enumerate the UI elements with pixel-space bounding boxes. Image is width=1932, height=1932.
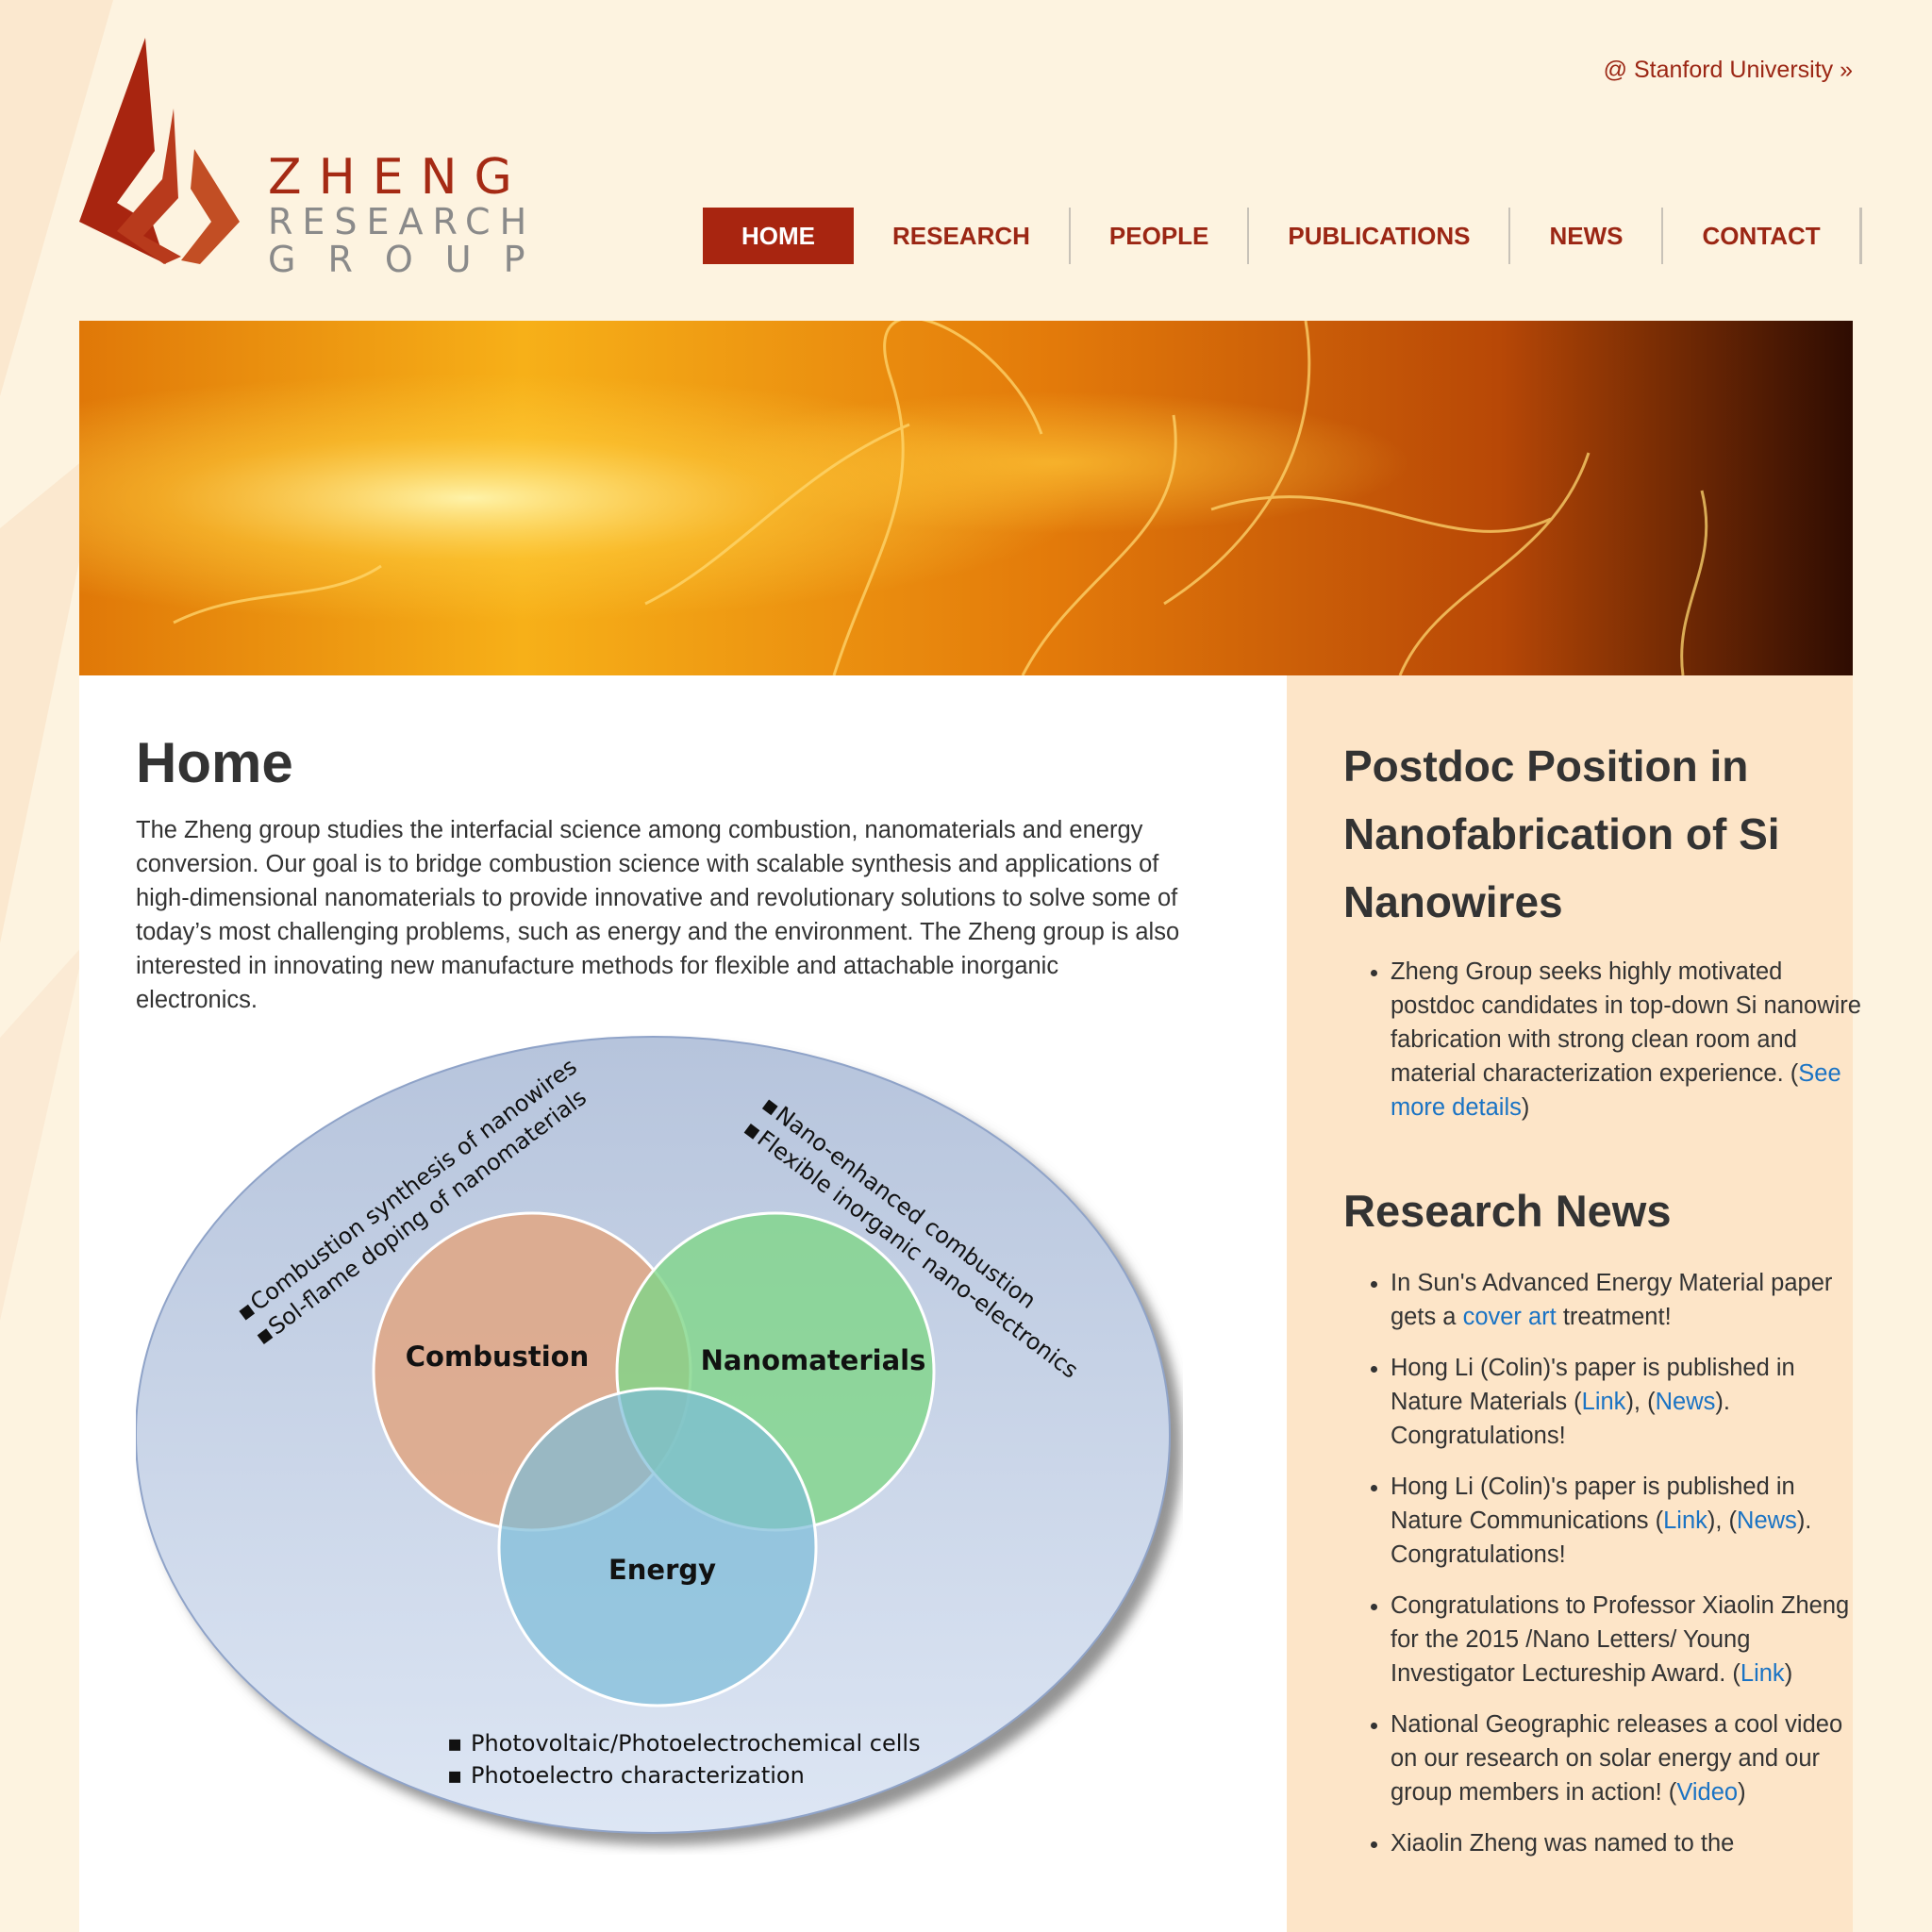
- page-title: Home: [136, 731, 293, 794]
- logo-wordmark: ZHENG RESEARCH GROUP: [268, 153, 558, 277]
- flame-logo-icon: [79, 38, 240, 264]
- list-item: Zheng Group seeks highly motivated postd…: [1391, 955, 1862, 1124]
- list-item: Xiaolin Zheng was named to the: [1391, 1826, 1862, 1860]
- list-item: Hong Li (Colin)'s paper is published in …: [1391, 1470, 1862, 1572]
- bottom-note-bullet-2: ▪: [447, 1762, 462, 1789]
- bottom-note-1: Photovoltaic/Photoelectrochemical cells: [471, 1730, 921, 1757]
- combustion-label: Combustion: [406, 1341, 589, 1373]
- nature-materials-link[interactable]: Link: [1582, 1389, 1626, 1415]
- nav-contact[interactable]: CONTACT: [1663, 208, 1862, 264]
- sidebar: Postdoc Position in Nanofabrication of S…: [1287, 675, 1861, 1932]
- nav-news[interactable]: NEWS: [1510, 208, 1664, 264]
- research-news-title: Research News: [1343, 1186, 1672, 1236]
- nav-publications[interactable]: PUBLICATIONS: [1249, 208, 1511, 264]
- main-content: Home The Zheng group studies the interfa…: [79, 675, 1287, 1932]
- cover-art-link[interactable]: cover art: [1463, 1304, 1557, 1330]
- research-news-list: In Sun's Advanced Energy Material paper …: [1343, 1266, 1862, 1877]
- intro-paragraph: The Zheng group studies the interfacial …: [136, 817, 1180, 1013]
- main-nav: HOME RESEARCH PEOPLE PUBLICATIONS NEWS C…: [703, 208, 1862, 264]
- logo-group: GROUP: [268, 239, 558, 280]
- list-item: Hong Li (Colin)'s paper is published in …: [1391, 1351, 1862, 1453]
- logo-research: RESEARCH: [268, 201, 537, 242]
- nav-home[interactable]: HOME: [703, 208, 854, 264]
- list-item: In Sun's Advanced Energy Material paper …: [1391, 1266, 1862, 1334]
- bottom-note-bullet-1: ▪: [447, 1730, 462, 1757]
- national-geographic-video-link[interactable]: Video: [1676, 1779, 1738, 1806]
- research-venn-diagram: Combustion Nanomaterials Energy ▪ Combus…: [136, 1036, 1171, 1834]
- list-item: National Geographic releases a cool vide…: [1391, 1707, 1862, 1809]
- nature-materials-news-link[interactable]: News: [1656, 1389, 1716, 1415]
- energy-circle: [497, 1387, 818, 1707]
- site-logo[interactable]: ZHENG RESEARCH GROUP: [79, 38, 526, 277]
- nav-people[interactable]: PEOPLE: [1071, 208, 1250, 264]
- bottom-note-2: Photoelectro characterization: [471, 1762, 805, 1789]
- hero-banner-image: [79, 321, 1853, 675]
- nature-communications-news-link[interactable]: News: [1737, 1507, 1797, 1534]
- nav-research[interactable]: RESEARCH: [854, 208, 1071, 264]
- energy-label: Energy: [608, 1554, 716, 1586]
- nature-communications-link[interactable]: Link: [1663, 1507, 1707, 1534]
- nano-letters-award-link[interactable]: Link: [1740, 1660, 1785, 1687]
- list-item: Congratulations to Professor Xiaolin Zhe…: [1391, 1589, 1862, 1690]
- postdoc-position-title: Postdoc Position in Nanofabrication of S…: [1343, 741, 1780, 926]
- stanford-university-link[interactable]: @ Stanford University »: [1604, 57, 1853, 84]
- nanomaterials-label: Nanomaterials: [701, 1344, 926, 1376]
- postdoc-list: Zheng Group seeks highly motivated postd…: [1343, 955, 1862, 1141]
- logo-zheng: ZHENG: [268, 149, 529, 206]
